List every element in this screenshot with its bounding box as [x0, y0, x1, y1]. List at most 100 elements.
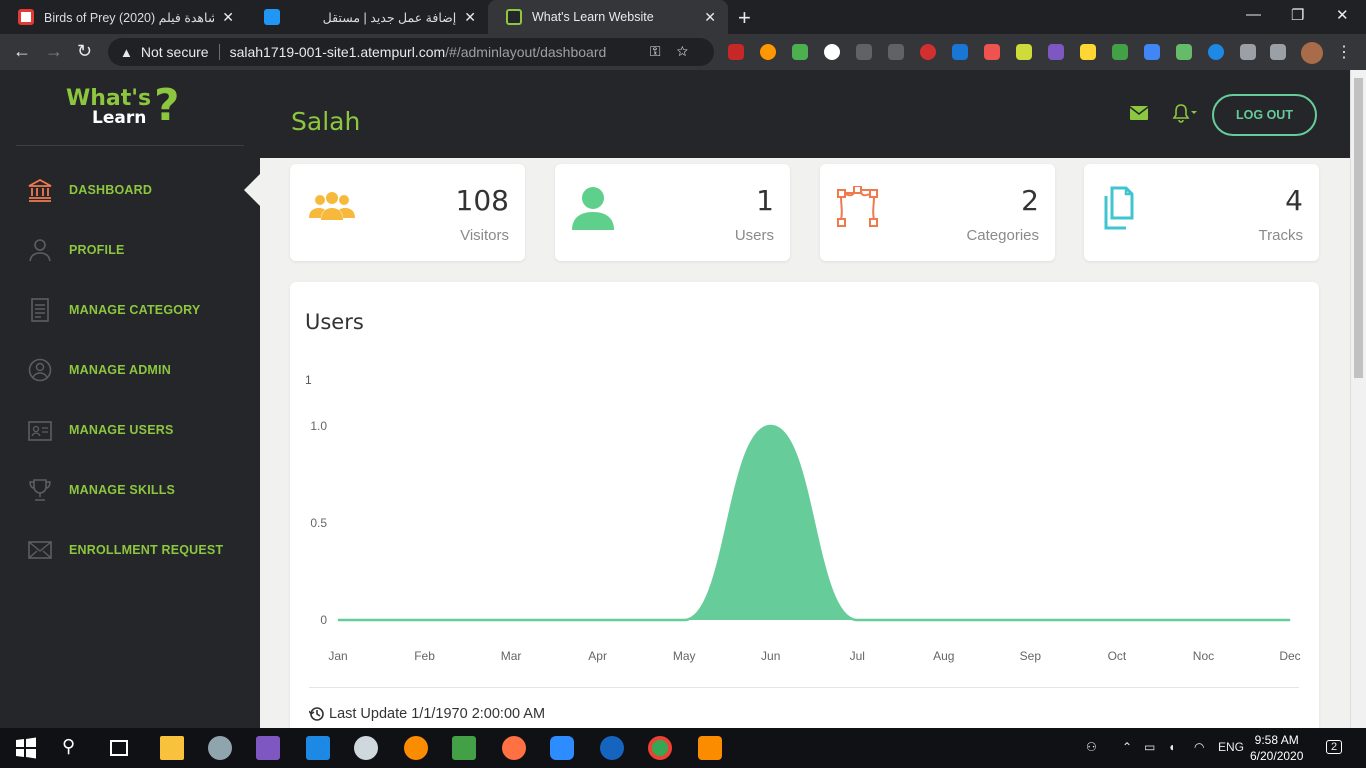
- puzzle-icon[interactable]: [1240, 44, 1256, 60]
- x-tick-label: Aug: [933, 649, 954, 663]
- clock[interactable]: 9:58 AM 6/20/2020: [1250, 732, 1303, 764]
- data-point-may: [683, 619, 685, 621]
- y-axis-top-label: 1: [305, 373, 312, 387]
- browser-tab-strip: Birds of Prey (2020) مشاهدة فيلم ✕ إضافة…: [0, 0, 1366, 34]
- app-root: What's Learn ? DASHBOARD PROFILE MANAGE …: [0, 70, 1366, 752]
- search-icon[interactable]: ⚲: [62, 736, 86, 760]
- warning-icon: ▲: [120, 44, 133, 60]
- sidebar-item-dashboard[interactable]: DASHBOARD: [0, 170, 260, 210]
- app-icon[interactable]: [208, 736, 232, 760]
- wifi-icon[interactable]: ◠: [1194, 740, 1204, 754]
- profile-avatar[interactable]: [1301, 42, 1323, 64]
- bookmark-star-icon[interactable]: ⚿☆: [650, 43, 704, 60]
- vscode-icon[interactable]: [306, 736, 330, 760]
- page-scrollbar[interactable]: [1350, 70, 1366, 728]
- data-point-dec: [1289, 619, 1291, 621]
- battery-icon[interactable]: ▭: [1144, 740, 1155, 754]
- user-icon: [29, 239, 51, 262]
- chevron-up-icon[interactable]: ⌃: [1122, 740, 1132, 754]
- extension-icon[interactable]: [1016, 44, 1032, 60]
- logo[interactable]: What's Learn ?: [66, 80, 186, 134]
- visual-studio-icon[interactable]: [256, 736, 280, 760]
- extension-icon[interactable]: [792, 44, 808, 60]
- media-icon[interactable]: [1270, 44, 1286, 60]
- back-icon[interactable]: ←: [13, 41, 31, 62]
- language-indicator[interactable]: ENG: [1218, 740, 1244, 754]
- task-view-icon[interactable]: [110, 740, 128, 756]
- chart-title: Users: [305, 310, 364, 334]
- extension-icon[interactable]: [760, 44, 776, 60]
- url-path: /#/adminlayout/dashboard: [445, 44, 607, 60]
- minimize-icon[interactable]: —: [1246, 6, 1261, 23]
- extension-icon[interactable]: [984, 44, 1000, 60]
- scrollbar-thumb[interactable]: [1354, 78, 1363, 378]
- sidebar-item-label: MANAGE CATEGORY: [69, 303, 201, 317]
- logout-button[interactable]: LOG OUT: [1212, 94, 1317, 136]
- last-update-text: Last Update 1/1/1970 2:00:00 AM: [329, 706, 546, 722]
- app-icon[interactable]: [404, 736, 428, 760]
- y-tick-label: 0: [320, 613, 327, 627]
- restore-icon[interactable]: ❐: [1291, 6, 1304, 24]
- close-tab-icon[interactable]: ✕: [464, 9, 476, 26]
- sidebar-item-profile[interactable]: PROFILE: [0, 230, 260, 270]
- people-icon[interactable]: ⚇: [1086, 740, 1097, 754]
- data-point-sep: [1029, 619, 1031, 621]
- browser-tab-3-active[interactable]: What's Learn Website ✕: [488, 0, 728, 34]
- header: Salah LOG OUT: [260, 70, 1350, 158]
- camera-icon[interactable]: [888, 44, 904, 60]
- sidebar-item-manage-admin[interactable]: MANAGE ADMIN: [0, 350, 260, 390]
- reload-icon[interactable]: ↻: [77, 41, 92, 62]
- address-bar[interactable]: ▲ Not secure salah1719-001-site1.atempur…: [108, 38, 714, 66]
- translate-icon[interactable]: [1144, 44, 1160, 60]
- volume-icon[interactable]: ◖: [1168, 740, 1175, 754]
- zoom-icon[interactable]: [550, 736, 574, 760]
- extension-icon[interactable]: [1048, 44, 1064, 60]
- sidebar: What's Learn ? DASHBOARD PROFILE MANAGE …: [0, 70, 260, 728]
- sidebar-item-enrollment-request[interactable]: ENROLLMENT REQUEST: [0, 530, 260, 570]
- extension-icon[interactable]: [1080, 44, 1096, 60]
- menu-icon[interactable]: ⋮: [1336, 42, 1352, 62]
- history-icon: [309, 707, 324, 721]
- bluetooth-icon[interactable]: [600, 736, 624, 760]
- extension-icon[interactable]: [1208, 44, 1224, 60]
- bell-icon[interactable]: [1172, 103, 1198, 123]
- sidebar-item-label: MANAGE ADMIN: [69, 363, 171, 377]
- firefox-icon[interactable]: [502, 736, 526, 760]
- copy-icon: [1104, 186, 1134, 230]
- browser-tab-1[interactable]: Birds of Prey (2020) مشاهدة فيلم ✕: [0, 0, 246, 34]
- notifications-icon[interactable]: 2: [1326, 740, 1343, 754]
- file-explorer-icon[interactable]: [160, 736, 184, 760]
- x-tick-label: Jun: [761, 649, 780, 663]
- stat-card-tracks: 4 Tracks: [1084, 164, 1319, 261]
- close-tab-icon[interactable]: ✕: [222, 9, 234, 26]
- tab-title: إضافة عمل جديد | مستقل: [322, 10, 457, 25]
- adblock-icon[interactable]: [920, 44, 936, 60]
- extension-icon[interactable]: [1112, 44, 1128, 60]
- x-tick-label: Oct: [1108, 649, 1127, 663]
- close-window-icon[interactable]: ✕: [1336, 6, 1349, 24]
- x-tick-label: Dec: [1279, 649, 1300, 663]
- chrome-icon[interactable]: [648, 736, 672, 760]
- new-tab-icon[interactable]: +: [738, 5, 751, 31]
- sidebar-item-manage-users[interactable]: MANAGE USERS: [0, 410, 260, 450]
- sidebar-item-manage-skills[interactable]: MANAGE SKILLS: [0, 470, 260, 510]
- browser-tab-2[interactable]: إضافة عمل جديد | مستقل ✕: [246, 0, 488, 34]
- data-point-jan: [337, 619, 339, 621]
- tab-title: What's Learn Website: [532, 10, 654, 24]
- close-tab-icon[interactable]: ✕: [704, 9, 716, 26]
- camera-icon[interactable]: [856, 44, 872, 60]
- windows-start-icon[interactable]: [14, 736, 38, 760]
- extension-icon[interactable]: [824, 44, 840, 60]
- app-icon[interactable]: [698, 736, 722, 760]
- forward-icon[interactable]: →: [45, 41, 63, 62]
- app-icon[interactable]: [452, 736, 476, 760]
- settings-gear-icon[interactable]: [354, 736, 378, 760]
- stat-value: 1: [756, 184, 774, 217]
- extension-icon[interactable]: [952, 44, 968, 60]
- sidebar-item-manage-category[interactable]: MANAGE CATEGORY: [0, 290, 260, 330]
- extension-icon[interactable]: [728, 44, 744, 60]
- extension-icon[interactable]: [1176, 44, 1192, 60]
- os-taskbar: ⚲ ⚇ ⌃ ▭ ◖ ◠ ENG 9:58 AM 6/20/2020 2: [0, 728, 1366, 768]
- users-area-chart: 1 1.0 0.5 0 Jan Feb Mar Apr May Jun Jul Aug Sep Oct No…: [305, 373, 1301, 663]
- mail-icon[interactable]: [1130, 106, 1148, 120]
